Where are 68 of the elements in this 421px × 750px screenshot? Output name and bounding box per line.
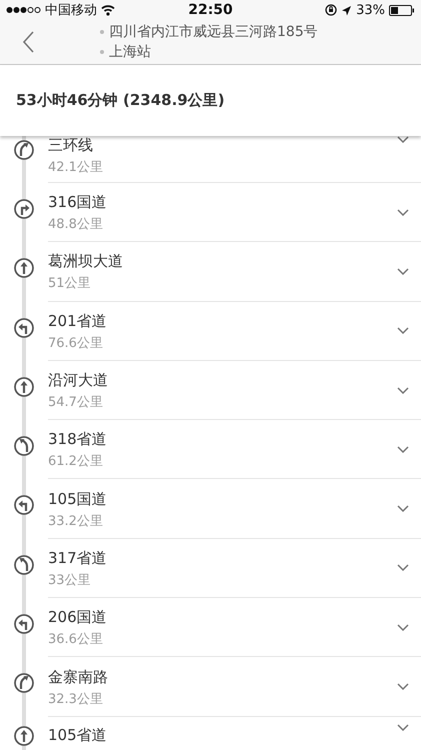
chevron-down-icon — [397, 208, 409, 216]
expand-button[interactable] — [397, 208, 409, 216]
step-distance: 61.2公里 — [48, 453, 104, 470]
road-name: 317省道 — [48, 548, 108, 568]
road-name: 316国道 — [48, 193, 108, 212]
road-name: 三环线 — [48, 136, 94, 155]
left-turn-icon — [14, 614, 34, 634]
chevron-down-icon — [397, 624, 409, 631]
right-turn-icon — [14, 199, 34, 219]
slight-right-turn-icon — [14, 140, 34, 160]
chevron-down-icon — [397, 683, 409, 690]
chevron-down-icon — [397, 505, 409, 512]
chevron-down-icon — [397, 327, 409, 334]
left-turn-icon — [14, 495, 34, 516]
step-distance: 51公里 — [48, 275, 92, 292]
back-icon — [22, 31, 35, 53]
straight-arrow-icon — [14, 376, 34, 397]
slight-left-turn-icon — [14, 436, 34, 456]
left-turn-icon — [14, 318, 34, 338]
step-distance: 48.8公里 — [48, 216, 104, 234]
expand-button[interactable] — [397, 446, 409, 453]
road-name: 318省道 — [48, 430, 108, 450]
expand-button[interactable] — [397, 564, 409, 572]
straight-arrow-icon — [14, 726, 34, 746]
chevron-down-icon — [397, 268, 409, 275]
expand-button[interactable] — [397, 505, 409, 512]
route-summary: 53小时46分钟 (2348.9公里) — [16, 91, 225, 110]
expand-button[interactable] — [397, 724, 409, 731]
road-name: 201省道 — [48, 312, 108, 331]
straight-arrow-icon — [14, 258, 34, 278]
bullet-icon — [100, 30, 104, 34]
step-distance: 36.6公里 — [48, 631, 104, 648]
step-distance: 32.3公里 — [48, 690, 104, 708]
expand-button[interactable] — [397, 268, 409, 275]
road-name: 金寨南路 — [48, 668, 109, 687]
step-distance: 42.1公里 — [48, 159, 104, 176]
wifi-icon — [101, 4, 115, 16]
bullet-icon — [100, 50, 104, 54]
slight-left-turn-icon — [14, 554, 34, 575]
road-name: 105省道 — [48, 726, 108, 745]
location-icon — [341, 4, 352, 16]
road-name: 206国道 — [48, 608, 108, 628]
step-distance: 33.2公里 — [48, 512, 104, 530]
expand-button[interactable] — [397, 386, 409, 394]
carrier-name: 中国移动 — [45, 2, 97, 19]
step-distance: 54.7公里 — [48, 394, 104, 412]
slight-right-turn-icon — [14, 673, 34, 694]
step-distance: 33公里 — [48, 572, 92, 589]
chevron-down-icon — [397, 564, 409, 572]
expand-button[interactable] — [397, 683, 409, 690]
chevron-down-icon — [397, 446, 409, 453]
road-name: 葛洲坝大道 — [48, 252, 124, 272]
battery-icon — [389, 4, 416, 16]
step-distance: 76.6公里 — [48, 334, 104, 352]
chevron-down-icon — [397, 724, 409, 731]
rotation-lock-icon — [325, 4, 338, 16]
road-name: 沿河大道 — [48, 371, 109, 390]
status-time: 22:50 — [188, 2, 233, 18]
expand-button[interactable] — [397, 624, 409, 631]
stop-address: 四川省内江市威远县三河路185号 — [109, 23, 318, 41]
stop-address: 上海站 — [109, 43, 151, 61]
expand-button[interactable] — [397, 327, 409, 334]
chevron-down-icon — [397, 136, 409, 143]
road-name: 105国道 — [48, 490, 108, 509]
expand-button[interactable] — [397, 136, 409, 143]
signal-icon — [6, 6, 41, 14]
chevron-down-icon — [397, 386, 409, 394]
battery-percent: 33% — [356, 2, 386, 18]
